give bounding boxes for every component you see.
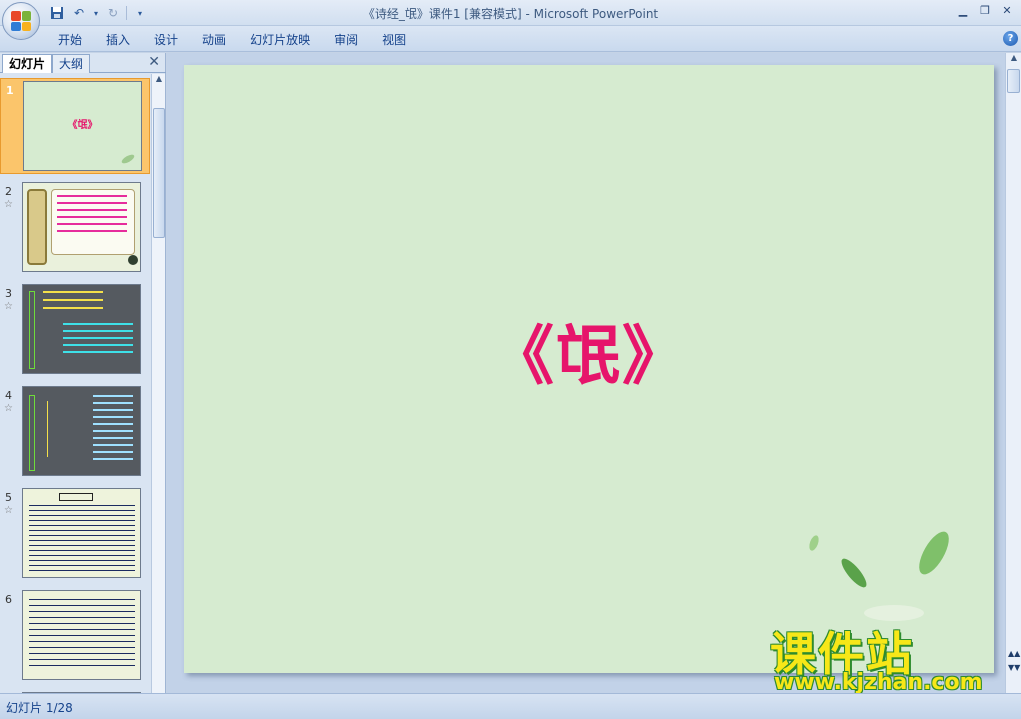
thumbnail-number: 2: [5, 185, 12, 198]
tab-review[interactable]: 审阅: [322, 31, 370, 49]
slide-editing-area: 《氓》: [167, 53, 1005, 693]
title-bar: ↶ ▾ ↻ ▾ 《诗经_氓》课件1 [兼容模式] - Microsoft Pow…: [0, 0, 1021, 26]
tab-home[interactable]: 开始: [46, 31, 94, 49]
tree-text: [93, 395, 133, 465]
scroll-up-icon[interactable]: ▲: [1006, 53, 1021, 67]
office-logo-icon: [11, 11, 31, 31]
slides-panel: 幻灯片 大纲 ✕ 1 《氓》 2 ☆ 3 ☆ 4 ☆ 5 ☆ 6 ▲: [0, 53, 166, 693]
slide-indicator: 幻灯片 1/28: [6, 701, 73, 715]
scrollbar-thumb[interactable]: [153, 108, 165, 238]
animation-star-icon: ☆: [4, 403, 13, 414]
slide-title[interactable]: 《氓》: [184, 305, 994, 397]
thumbnail-image: [22, 590, 141, 680]
thumbnail-slide-5[interactable]: 5 ☆: [0, 486, 150, 582]
help-icon[interactable]: ?: [1003, 31, 1018, 46]
thumbnail-slide-3[interactable]: 3 ☆: [0, 282, 150, 378]
office-button[interactable]: [2, 2, 40, 40]
restore-icon[interactable]: ❐: [975, 2, 995, 18]
scrollbar-thumb[interactable]: [1007, 69, 1020, 93]
text-lines: [57, 195, 127, 235]
thumbnail-scrollbar[interactable]: ▲: [151, 74, 165, 693]
cyan-lines: [63, 323, 133, 357]
watermark-logo: 课件站 www.kjzhan.com: [770, 618, 1000, 695]
animation-star-icon: ☆: [4, 301, 13, 312]
tab-outline[interactable]: 大纲: [52, 54, 91, 73]
thumbnail-number: 5: [5, 491, 12, 504]
thumbnail-slide-1[interactable]: 1 《氓》: [0, 78, 150, 174]
heading-box: [59, 493, 93, 501]
thumbnail-image: [22, 488, 141, 578]
window-controls: ▁ ❐ ✕: [953, 2, 1017, 18]
next-slide-icon[interactable]: ▼▼: [1008, 663, 1020, 672]
minimize-icon[interactable]: ▁: [953, 2, 973, 18]
tab-design[interactable]: 设计: [142, 31, 190, 49]
previous-slide-icon[interactable]: ▲▲: [1008, 649, 1020, 658]
thumbnail-slide-6[interactable]: 6: [0, 588, 150, 684]
side-label: [29, 395, 35, 471]
ribbon-tabs: 开始 插入 设计 动画 幻灯片放映 审阅 视图: [46, 31, 418, 49]
status-bar: 幻灯片 1/28: [0, 693, 1021, 719]
thumbnail-number: 1: [6, 84, 14, 97]
thumbnail-slide-4[interactable]: 4 ☆: [0, 384, 150, 480]
leaf-decoration: [120, 152, 136, 166]
thumbnail-image: [22, 182, 141, 272]
tab-slides[interactable]: 幻灯片: [2, 54, 53, 73]
side-label: [29, 291, 35, 369]
thumbnail-number: 3: [5, 287, 12, 300]
text-lines: [29, 599, 135, 671]
close-panel-icon[interactable]: ✕: [148, 54, 160, 70]
watermark-url: www.kjzhan.com: [774, 670, 983, 695]
tab-view[interactable]: 视图: [370, 31, 418, 49]
vertical-scrollbar[interactable]: ▲ ▲▲ ▼▼: [1005, 53, 1021, 693]
close-icon[interactable]: ✕: [997, 2, 1017, 18]
flower-decoration: [128, 255, 138, 265]
panel-tabs: 幻灯片 大纲 ✕: [0, 53, 166, 73]
thumbnail-number: 6: [5, 593, 12, 606]
animation-star-icon: ☆: [4, 505, 13, 516]
tab-insert[interactable]: 插入: [94, 31, 142, 49]
tab-animations[interactable]: 动画: [190, 31, 238, 49]
current-slide[interactable]: 《氓》: [184, 65, 994, 673]
scroll-up-icon[interactable]: ▲: [152, 74, 166, 88]
thumbnail-number: 4: [5, 389, 12, 402]
yellow-lines: [43, 291, 103, 315]
tab-slideshow[interactable]: 幻灯片放映: [238, 31, 322, 49]
thumbnail-slide-2[interactable]: 2 ☆: [0, 180, 150, 276]
thumbnail-title: 《氓》: [67, 120, 98, 131]
animation-star-icon: ☆: [4, 199, 13, 210]
ribbon: 开始 插入 设计 动画 幻灯片放映 审阅 视图 ?: [0, 26, 1021, 52]
window-title: 《诗经_氓》课件1 [兼容模式] - Microsoft PowerPoint: [362, 7, 659, 21]
thumbnail-image: [22, 284, 141, 374]
thumbnail-image: 《氓》: [23, 81, 142, 171]
thumbnail-list: 1 《氓》 2 ☆ 3 ☆ 4 ☆ 5 ☆ 6: [0, 74, 150, 693]
text-lines: [29, 505, 135, 573]
thumbnail-image: [22, 386, 141, 476]
scroll-decoration: [27, 189, 47, 265]
